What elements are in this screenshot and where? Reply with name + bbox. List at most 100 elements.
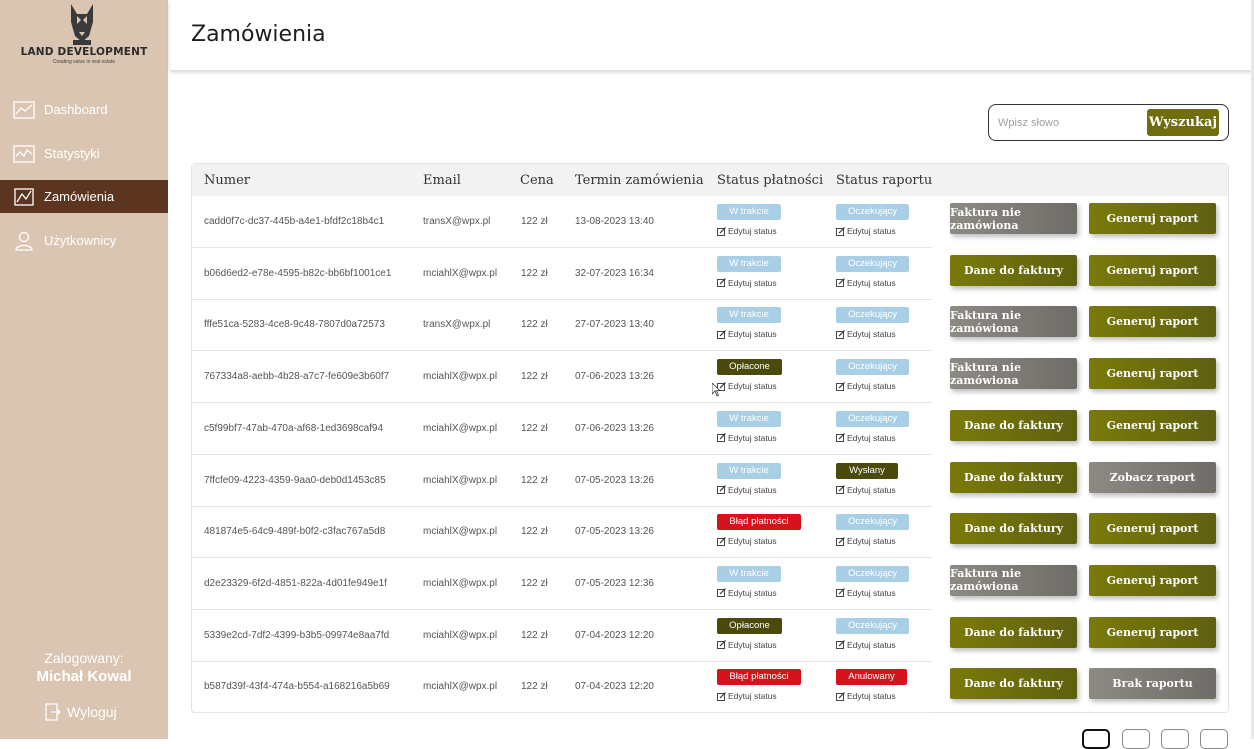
cell-email: mciahlX@wpx.pl bbox=[423, 577, 498, 589]
generate-report-button[interactable]: Generuj raport bbox=[1089, 513, 1216, 545]
edit-icon bbox=[836, 329, 845, 339]
edit-payment-status[interactable]: Edytuj status bbox=[717, 640, 777, 650]
cell-cena: 122 zł bbox=[521, 681, 548, 693]
logout-button[interactable]: Wyloguj bbox=[45, 703, 117, 721]
edit-report-status[interactable]: Edytuj status bbox=[836, 536, 896, 546]
edit-payment-status[interactable]: Edytuj status bbox=[717, 381, 777, 391]
edit-payment-status[interactable]: Edytuj status bbox=[717, 691, 777, 701]
cell-termin: 07-05-2023 12:36 bbox=[575, 577, 654, 589]
edit-payment-status[interactable]: Edytuj status bbox=[717, 433, 777, 443]
search-button[interactable]: Wyszukaj bbox=[1147, 109, 1219, 136]
logo-title: LAND DEVELOPMENT bbox=[20, 46, 148, 58]
table-row: b587d39f-43f4-474a-b554-a168216a5b69 mcia… bbox=[192, 661, 932, 714]
mouse-cursor-icon bbox=[712, 383, 720, 397]
sidebar-item-label: Użytkownicy bbox=[44, 233, 117, 248]
cell-cena: 122 zł bbox=[521, 474, 548, 486]
report-status-badge: Wysłany bbox=[836, 462, 898, 479]
edit-payment-status[interactable]: Edytuj status bbox=[717, 278, 777, 288]
cell-numer: b587d39f-43f4-474a-b554-a168216a5b69 bbox=[204, 681, 390, 693]
generate-report-button[interactable]: Generuj raport bbox=[1089, 616, 1216, 648]
edit-icon bbox=[717, 536, 726, 546]
column-header-cena: Cena bbox=[520, 173, 554, 188]
edit-icon bbox=[836, 226, 845, 236]
sidebar-item-uzytkownicy[interactable]: Użytkownicy bbox=[0, 224, 168, 257]
cell-numer: d2e23329-6f2d-4851-822a-4d01fe949e1f bbox=[204, 577, 387, 589]
invoice-not-ordered-button[interactable]: Faktura nie zamówiona bbox=[950, 203, 1077, 234]
edit-label: Edytuj status bbox=[728, 432, 777, 443]
generate-report-button[interactable]: Generuj raport bbox=[1089, 564, 1216, 596]
logged-user: Zalogowany: Michał Kowal bbox=[0, 650, 168, 685]
edit-label: Edytuj status bbox=[728, 587, 777, 598]
cell-cena: 122 zł bbox=[521, 422, 548, 434]
sidebar-item-statystyki[interactable]: Statystyki bbox=[0, 137, 168, 170]
edit-report-status[interactable]: Edytuj status bbox=[836, 691, 896, 701]
edit-icon bbox=[717, 329, 726, 339]
generate-report-button[interactable]: Generuj raport bbox=[1089, 254, 1216, 286]
edit-report-status[interactable]: Edytuj status bbox=[836, 381, 896, 391]
edit-label: Edytuj status bbox=[847, 691, 896, 702]
table-row: cadd0f7c-dc37-445b-a4e1-bfdf2c18b4c1 tran… bbox=[192, 196, 932, 248]
invoice-not-ordered-button[interactable]: Faktura nie zamówiona bbox=[950, 306, 1077, 338]
payment-status-badge: Opłacone bbox=[717, 617, 782, 634]
generate-report-button[interactable]: Generuj raport bbox=[1089, 409, 1216, 441]
dog-logo-icon bbox=[71, 4, 93, 45]
edit-payment-status[interactable]: Edytuj status bbox=[717, 226, 777, 236]
invoice-data-button[interactable]: Dane do faktury bbox=[950, 254, 1077, 286]
table-row: b06d6ed2-e78e-4595-b82c-bb6bf1001ce1 mcia… bbox=[192, 248, 932, 300]
search-input[interactable] bbox=[998, 113, 1138, 133]
edit-report-status[interactable]: Edytuj status bbox=[836, 433, 896, 443]
view-report-button[interactable]: Zobacz raport bbox=[1089, 461, 1216, 493]
edit-label: Edytuj status bbox=[847, 484, 896, 495]
invoice-data-button[interactable]: Dane do faktury bbox=[950, 616, 1077, 648]
edit-report-status[interactable]: Edytuj status bbox=[836, 226, 896, 236]
page-button-1[interactable] bbox=[1082, 729, 1110, 749]
edit-label: Edytuj status bbox=[847, 329, 896, 340]
edit-report-status[interactable]: Edytuj status bbox=[836, 278, 896, 288]
table-row: 767334a8-aebb-4b28-a7c7-fe609e3b60f7 mcia… bbox=[192, 351, 932, 404]
edit-label: Edytuj status bbox=[847, 226, 896, 236]
invoice-not-ordered-button[interactable]: Faktura nie zamówiona bbox=[950, 564, 1077, 596]
edit-icon bbox=[717, 433, 726, 443]
page-button-3[interactable] bbox=[1161, 729, 1189, 749]
edit-payment-status[interactable]: Edytuj status bbox=[717, 536, 777, 546]
invoice-data-button[interactable]: Dane do faktury bbox=[950, 513, 1077, 545]
sidebar-item-dashboard[interactable]: Dashboard bbox=[0, 93, 168, 126]
payment-status-badge: W trakcie bbox=[717, 307, 781, 324]
cell-cena: 122 zł bbox=[521, 526, 548, 538]
report-status-badge: Oczekujący bbox=[836, 565, 909, 582]
payment-status-badge: W trakcie bbox=[717, 462, 781, 479]
generate-report-button[interactable]: Generuj raport bbox=[1089, 358, 1216, 390]
generate-report-button[interactable]: Generuj raport bbox=[1089, 203, 1216, 234]
edit-payment-status[interactable]: Edytuj status bbox=[717, 329, 777, 339]
payment-status-badge: Błąd płatności bbox=[717, 669, 801, 686]
page-button-next[interactable] bbox=[1200, 729, 1228, 749]
chart-line-icon bbox=[13, 100, 35, 119]
report-status-badge: Oczekujący bbox=[836, 617, 909, 634]
edit-icon bbox=[836, 278, 845, 288]
invoice-data-button[interactable]: Dane do faktury bbox=[950, 668, 1077, 700]
edit-report-status[interactable]: Edytuj status bbox=[836, 329, 896, 339]
no-report-button[interactable]: Brak raportu bbox=[1089, 668, 1216, 700]
cell-email: transX@wpx.pl bbox=[423, 216, 491, 227]
logo[interactable]: LAND DEVELOPMENT Creating value in real … bbox=[0, 0, 168, 70]
invoice-not-ordered-button[interactable]: Faktura nie zamówiona bbox=[950, 358, 1077, 390]
sidebar-item-zamowienia[interactable]: Zamówienia bbox=[0, 180, 168, 213]
edit-label: Edytuj status bbox=[847, 536, 896, 547]
page-button-2[interactable] bbox=[1122, 729, 1150, 749]
edit-icon bbox=[836, 536, 845, 546]
edit-payment-status[interactable]: Edytuj status bbox=[717, 588, 777, 598]
edit-payment-status[interactable]: Edytuj status bbox=[717, 485, 777, 495]
invoice-data-button[interactable]: Dane do faktury bbox=[950, 409, 1077, 441]
edit-report-status[interactable]: Edytuj status bbox=[836, 485, 896, 495]
edit-icon bbox=[717, 278, 726, 288]
report-status-badge: Oczekujący bbox=[836, 514, 909, 531]
generate-report-button[interactable]: Generuj raport bbox=[1089, 306, 1216, 338]
invoice-data-button[interactable]: Dane do faktury bbox=[950, 461, 1077, 493]
column-header-status-platnosci: Status płatności bbox=[717, 173, 824, 188]
edit-report-status[interactable]: Edytuj status bbox=[836, 588, 896, 598]
cell-numer: 5339e2cd-7df2-4399-b3b5-09974e8aa7fd bbox=[204, 629, 390, 641]
report-status-badge: Oczekujący bbox=[836, 307, 909, 324]
edit-report-status[interactable]: Edytuj status bbox=[836, 640, 896, 650]
orders-chart-icon bbox=[14, 187, 34, 206]
cell-numer: 767334a8-aebb-4b28-a7c7-fe609e3b60f7 bbox=[204, 371, 390, 383]
